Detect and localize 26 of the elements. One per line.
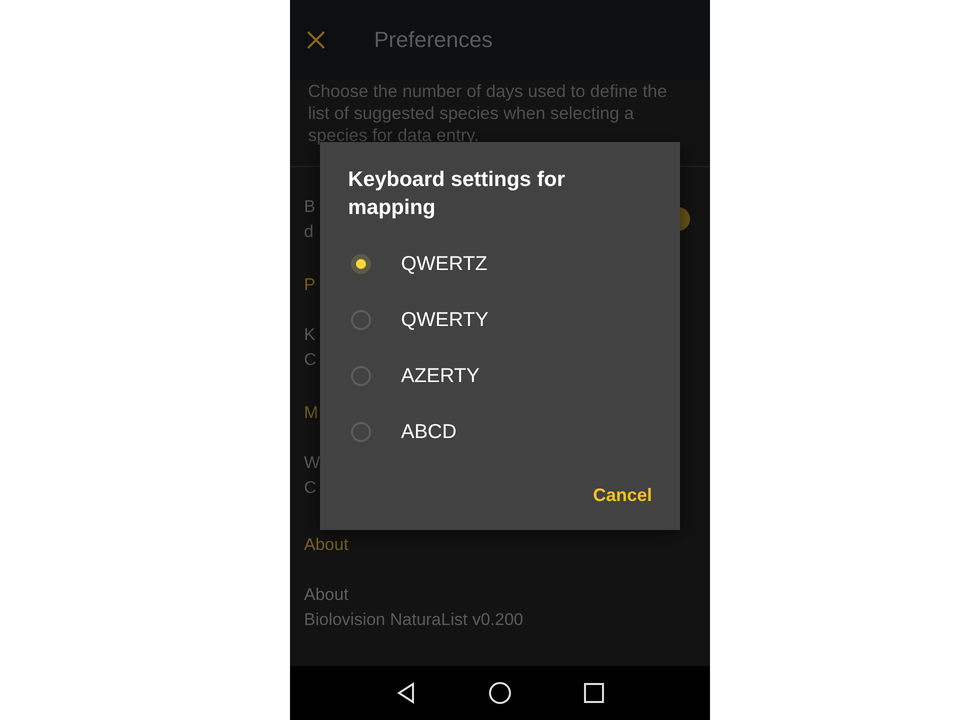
option-label[interactable]: ABCD bbox=[401, 420, 457, 444]
setting-title: B bbox=[304, 196, 316, 216]
radio-button[interactable] bbox=[351, 310, 371, 330]
radio-button[interactable] bbox=[351, 254, 371, 274]
setting-title: W bbox=[304, 452, 320, 472]
option-label[interactable]: QWERTZ bbox=[401, 252, 488, 276]
radio-button[interactable] bbox=[351, 422, 371, 442]
setting-title: K bbox=[304, 324, 316, 344]
radio-button[interactable] bbox=[351, 366, 371, 386]
option-label[interactable]: AZERTY bbox=[401, 364, 480, 388]
close-icon[interactable] bbox=[306, 30, 326, 50]
section-header: M bbox=[304, 403, 320, 423]
option-label[interactable]: QWERTY bbox=[401, 308, 488, 332]
section-header: P bbox=[304, 275, 316, 295]
setting-title: About bbox=[304, 584, 348, 604]
setting-summary: d bbox=[304, 222, 314, 242]
back-icon[interactable] bbox=[396, 682, 416, 704]
setting-summary: Biolovision NaturaList v0.200 bbox=[304, 610, 524, 630]
home-icon[interactable] bbox=[488, 681, 512, 705]
dialog-title: Keyboard settings for mapping bbox=[348, 167, 566, 221]
section-header: About bbox=[304, 535, 350, 555]
recents-icon[interactable] bbox=[584, 683, 604, 703]
screen-title: Preferences bbox=[374, 27, 493, 53]
setting-summary: C bbox=[304, 478, 316, 498]
cancel-button[interactable]: Cancel bbox=[592, 481, 652, 510]
setting-summary: C bbox=[304, 350, 316, 370]
